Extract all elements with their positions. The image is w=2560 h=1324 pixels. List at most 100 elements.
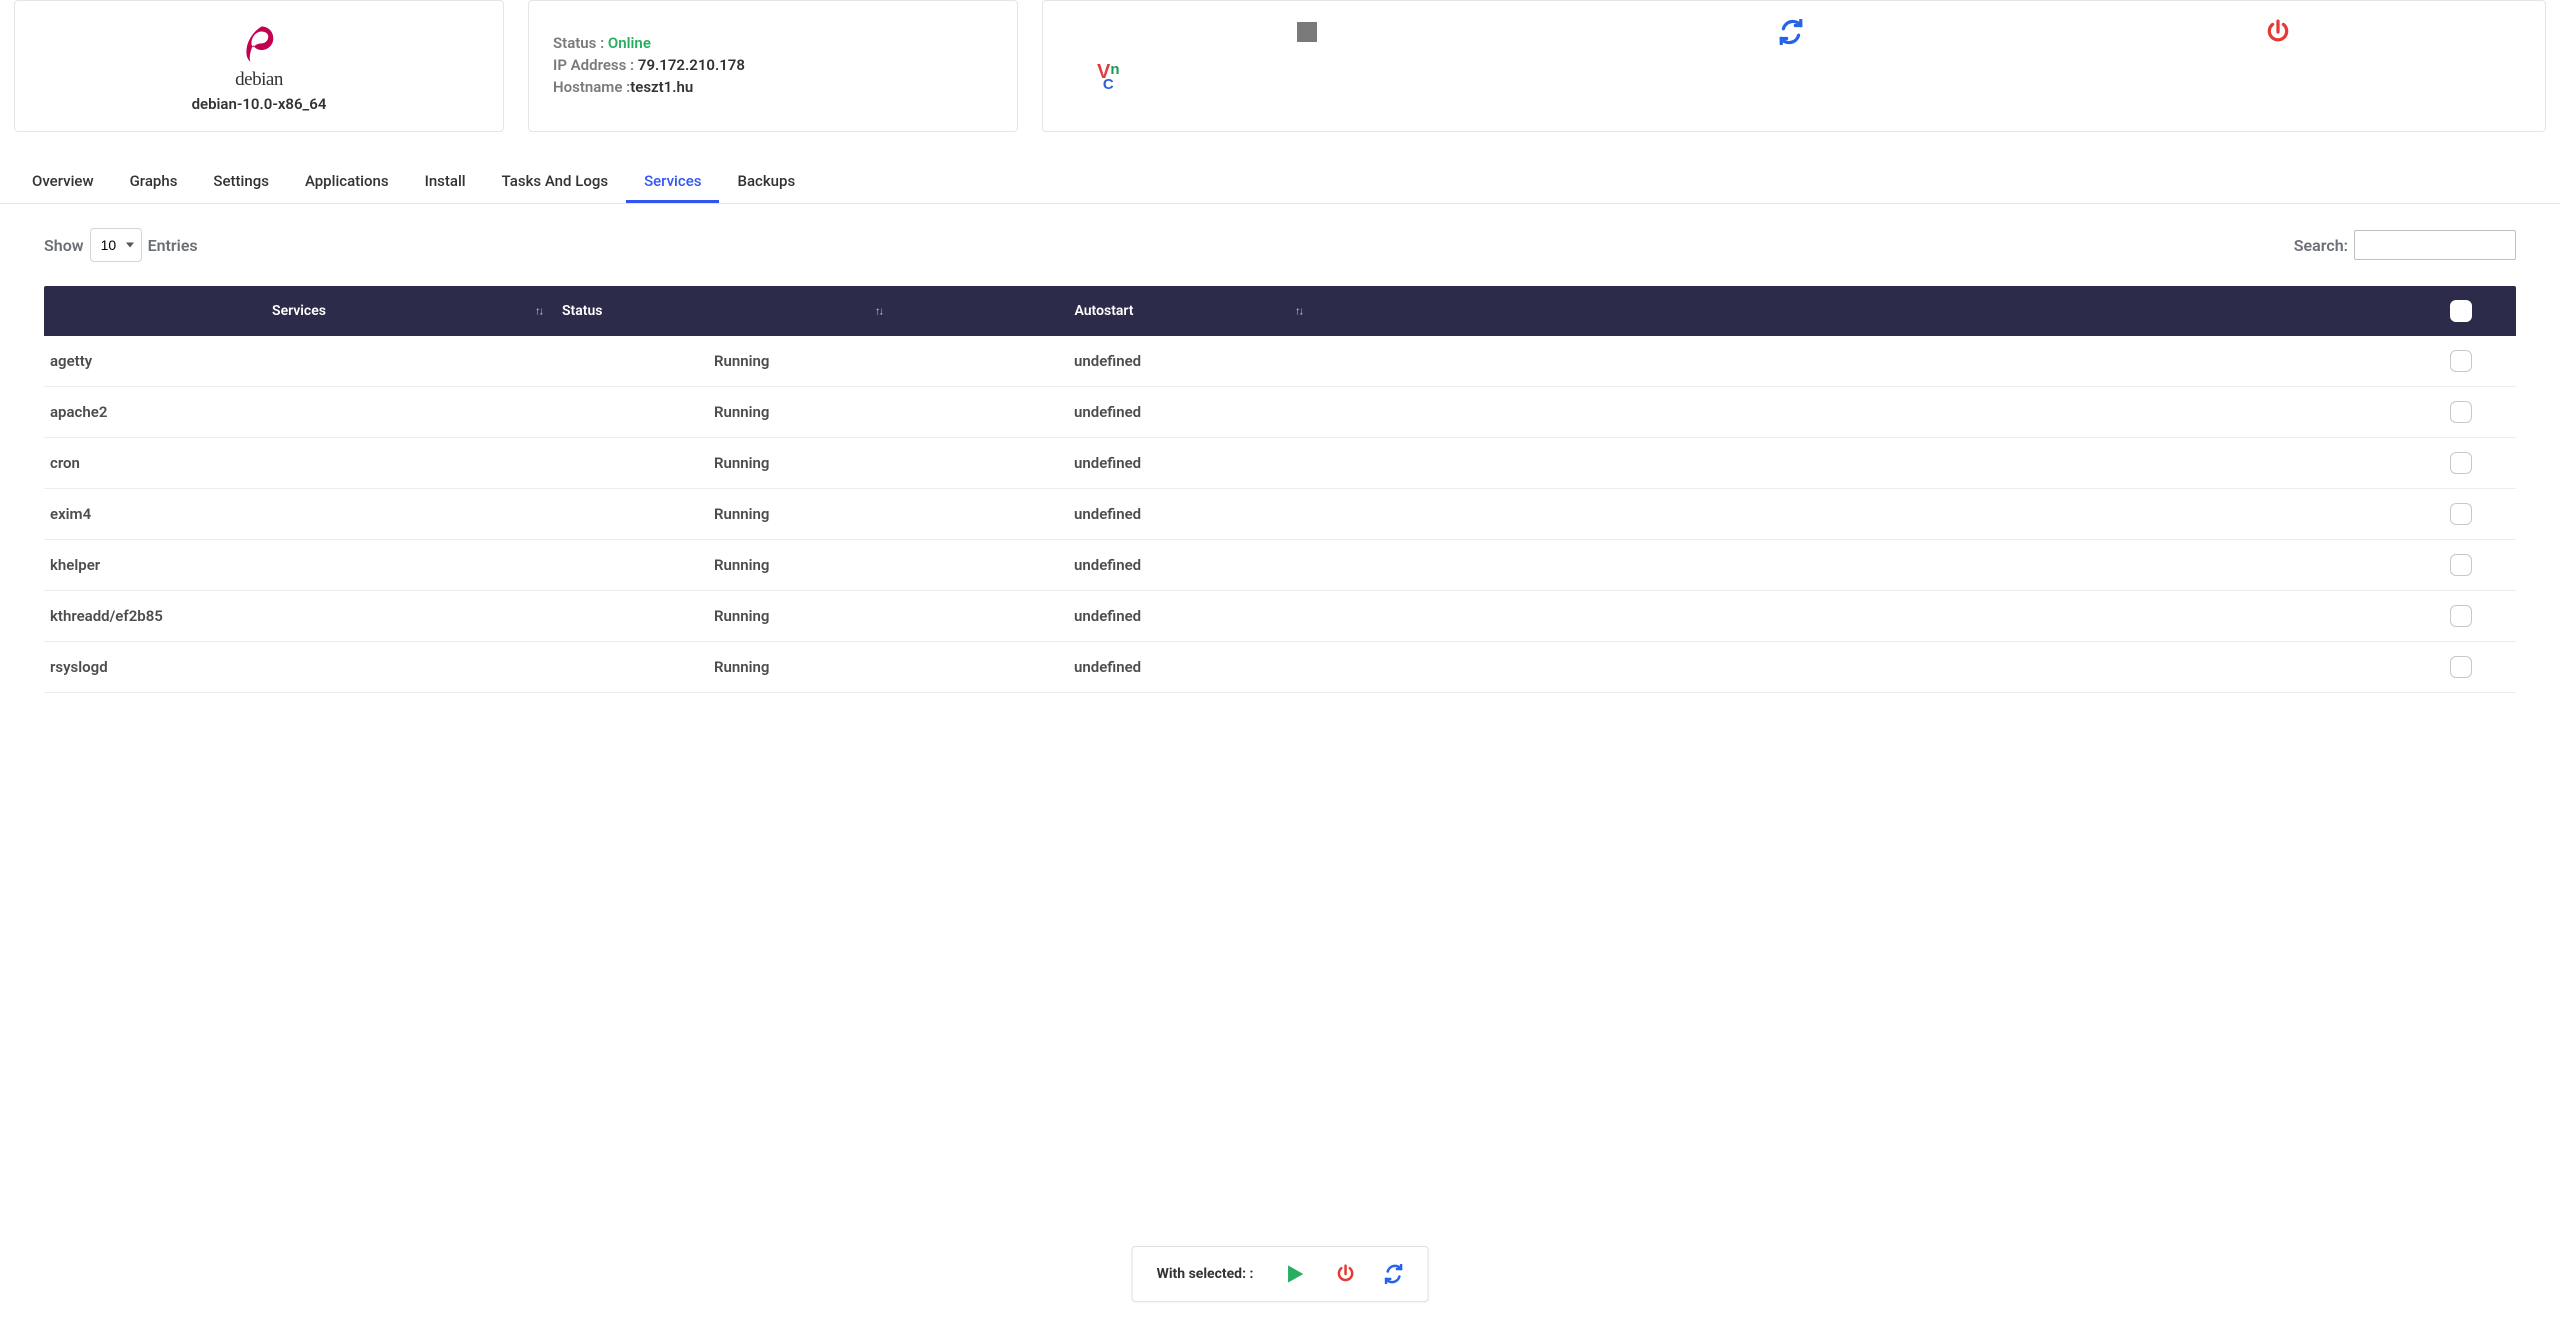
restart-button[interactable] bbox=[1778, 19, 1804, 45]
cell-select bbox=[1314, 387, 2516, 437]
cell-select bbox=[1314, 489, 2516, 539]
play-icon bbox=[1281, 1261, 1307, 1287]
tab-settings[interactable]: Settings bbox=[195, 162, 287, 203]
tabs-nav: OverviewGraphsSettingsApplicationsInstal… bbox=[0, 162, 2560, 204]
cell-service: apache2 bbox=[44, 387, 554, 437]
refresh-icon bbox=[1778, 19, 1804, 45]
table-row: saslauthdRunningundefined bbox=[44, 693, 2516, 706]
page-size-select[interactable]: 10 bbox=[90, 228, 142, 262]
cell-autostart: undefined bbox=[894, 540, 1314, 590]
row-checkbox[interactable] bbox=[2450, 503, 2472, 525]
select-all-checkbox[interactable] bbox=[2450, 300, 2472, 322]
tab-overview[interactable]: Overview bbox=[14, 162, 112, 203]
cell-status: Running bbox=[554, 336, 894, 386]
debian-logo-icon bbox=[238, 19, 280, 71]
table-body: agettyRunningundefinedapache2Runningunde… bbox=[44, 336, 2516, 706]
tab-backups[interactable]: Backups bbox=[719, 162, 813, 203]
cell-service: kthreadd/ef2b85 bbox=[44, 591, 554, 641]
stop-icon bbox=[1297, 22, 1317, 42]
cell-autostart: undefined bbox=[894, 591, 1314, 641]
cell-status: Running bbox=[554, 489, 894, 539]
cell-service: saslauthd bbox=[44, 693, 554, 706]
cell-service: khelper bbox=[44, 540, 554, 590]
row-checkbox[interactable] bbox=[2450, 554, 2472, 576]
vnc-button[interactable]: VnC bbox=[1097, 63, 1120, 92]
search-label: Search: bbox=[2294, 236, 2348, 255]
cell-autostart: undefined bbox=[894, 693, 1314, 706]
tab-install[interactable]: Install bbox=[407, 162, 484, 203]
cell-autostart: undefined bbox=[894, 489, 1314, 539]
col-services-header[interactable]: Services ↑↓ bbox=[44, 286, 554, 336]
cell-select bbox=[1314, 591, 2516, 641]
debian-brand-text: debian bbox=[235, 69, 283, 91]
services-table: Services ↑↓ Status ↑↓ Autostart ↑↓ agett… bbox=[44, 286, 2516, 706]
tab-services[interactable]: Services bbox=[626, 162, 719, 203]
table-row: cronRunningundefined bbox=[44, 438, 2516, 489]
tab-graphs[interactable]: Graphs bbox=[112, 162, 196, 203]
search-input[interactable] bbox=[2354, 230, 2516, 260]
cell-autostart: undefined bbox=[894, 336, 1314, 386]
table-row: agettyRunningundefined bbox=[44, 336, 2516, 387]
table-row: khelperRunningundefined bbox=[44, 540, 2516, 591]
os-version-label: debian-10.0-x86_64 bbox=[192, 95, 327, 113]
row-checkbox[interactable] bbox=[2450, 350, 2472, 372]
row-checkbox[interactable] bbox=[2450, 656, 2472, 678]
cell-select bbox=[1314, 336, 2516, 386]
table-row: kthreadd/ef2b85Runningundefined bbox=[44, 591, 2516, 642]
cell-select bbox=[1314, 540, 2516, 590]
hostname-line: Hostname :teszt1.hu bbox=[553, 77, 993, 99]
cell-service: exim4 bbox=[44, 489, 554, 539]
cell-status: Running bbox=[554, 387, 894, 437]
table-row: apache2Runningundefined bbox=[44, 387, 2516, 438]
cell-status: Running bbox=[554, 540, 894, 590]
table-row: rsyslogdRunningundefined bbox=[44, 642, 2516, 693]
power-icon bbox=[2265, 19, 2291, 45]
status-line: Status : Online bbox=[553, 33, 993, 55]
col-autostart-header[interactable]: Autostart ↑↓ bbox=[894, 286, 1314, 336]
sort-icon: ↑↓ bbox=[875, 305, 882, 318]
cell-status: Running bbox=[554, 438, 894, 488]
refresh-icon bbox=[1383, 1264, 1403, 1284]
tab-applications[interactable]: Applications bbox=[287, 162, 407, 203]
status-value: Online bbox=[608, 34, 651, 52]
tab-tasks-and-logs[interactable]: Tasks And Logs bbox=[484, 162, 626, 203]
cell-service: rsyslogd bbox=[44, 642, 554, 692]
bulk-poweroff-button[interactable] bbox=[1335, 1264, 1355, 1284]
cell-status: Running bbox=[554, 642, 894, 692]
table-header: Services ↑↓ Status ↑↓ Autostart ↑↓ bbox=[44, 286, 2516, 336]
col-select-header bbox=[1314, 286, 2516, 336]
ip-line: IP Address : 79.172.210.178 bbox=[553, 55, 993, 77]
bulk-label: With selected: : bbox=[1157, 1266, 1254, 1282]
sort-icon: ↑↓ bbox=[535, 305, 542, 318]
table-row: exim4Runningundefined bbox=[44, 489, 2516, 540]
cell-select bbox=[1314, 438, 2516, 488]
row-checkbox[interactable] bbox=[2450, 452, 2472, 474]
cell-status: Running bbox=[554, 693, 894, 706]
col-status-header[interactable]: Status ↑↓ bbox=[554, 286, 894, 336]
cell-service: cron bbox=[44, 438, 554, 488]
power-icon bbox=[1335, 1264, 1355, 1284]
cell-autostart: undefined bbox=[894, 642, 1314, 692]
bulk-restart-button[interactable] bbox=[1383, 1264, 1403, 1284]
entries-label: Entries bbox=[148, 236, 198, 255]
actions-card: VnC bbox=[1042, 0, 2546, 132]
ip-value: 79.172.210.178 bbox=[638, 56, 745, 74]
power-button[interactable] bbox=[2265, 19, 2291, 45]
row-checkbox[interactable] bbox=[2450, 605, 2472, 627]
os-card: debian debian-10.0-x86_64 bbox=[14, 0, 504, 132]
cell-status: Running bbox=[554, 591, 894, 641]
vnc-icon: VnC bbox=[1097, 63, 1120, 92]
hostname-value: teszt1.hu bbox=[630, 78, 693, 96]
stop-button[interactable] bbox=[1297, 22, 1317, 42]
cell-select bbox=[1314, 642, 2516, 692]
cell-autostart: undefined bbox=[894, 438, 1314, 488]
cell-service: agetty bbox=[44, 336, 554, 386]
cell-select bbox=[1314, 693, 2516, 706]
server-info-card: Status : Online IP Address : 79.172.210.… bbox=[528, 0, 1018, 132]
cell-autostart: undefined bbox=[894, 387, 1314, 437]
show-label: Show bbox=[44, 236, 84, 255]
sort-icon: ↑↓ bbox=[1295, 305, 1302, 318]
bulk-actions-bar: With selected: : bbox=[1132, 1246, 1429, 1302]
row-checkbox[interactable] bbox=[2450, 401, 2472, 423]
bulk-start-button[interactable] bbox=[1281, 1261, 1307, 1287]
